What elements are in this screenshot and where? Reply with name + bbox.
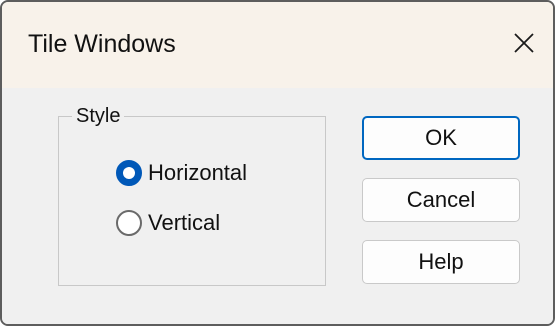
radio-horizontal-label[interactable]: Horizontal <box>148 158 247 188</box>
help-button[interactable]: Help <box>362 240 520 284</box>
radio-vertical-label[interactable]: Vertical <box>148 208 220 238</box>
radio-checked-icon[interactable] <box>116 160 142 186</box>
radio-horizontal[interactable]: Horizontal <box>116 158 247 188</box>
style-group-label: Style <box>72 104 125 128</box>
tile-windows-dialog: Tile Windows Style Horizontal Vertical O… <box>0 0 555 326</box>
dialog-body: Style Horizontal Vertical OK Cancel Help <box>2 88 553 324</box>
dialog-title: Tile Windows <box>28 30 176 58</box>
close-icon <box>514 33 534 53</box>
title-bar[interactable]: Tile Windows <box>2 2 553 88</box>
style-groupbox <box>58 116 326 286</box>
radio-unchecked-icon[interactable] <box>116 210 142 236</box>
close-button[interactable] <box>495 14 553 72</box>
cancel-button[interactable]: Cancel <box>362 178 520 222</box>
ok-button[interactable]: OK <box>362 116 520 160</box>
radio-vertical[interactable]: Vertical <box>116 208 220 238</box>
